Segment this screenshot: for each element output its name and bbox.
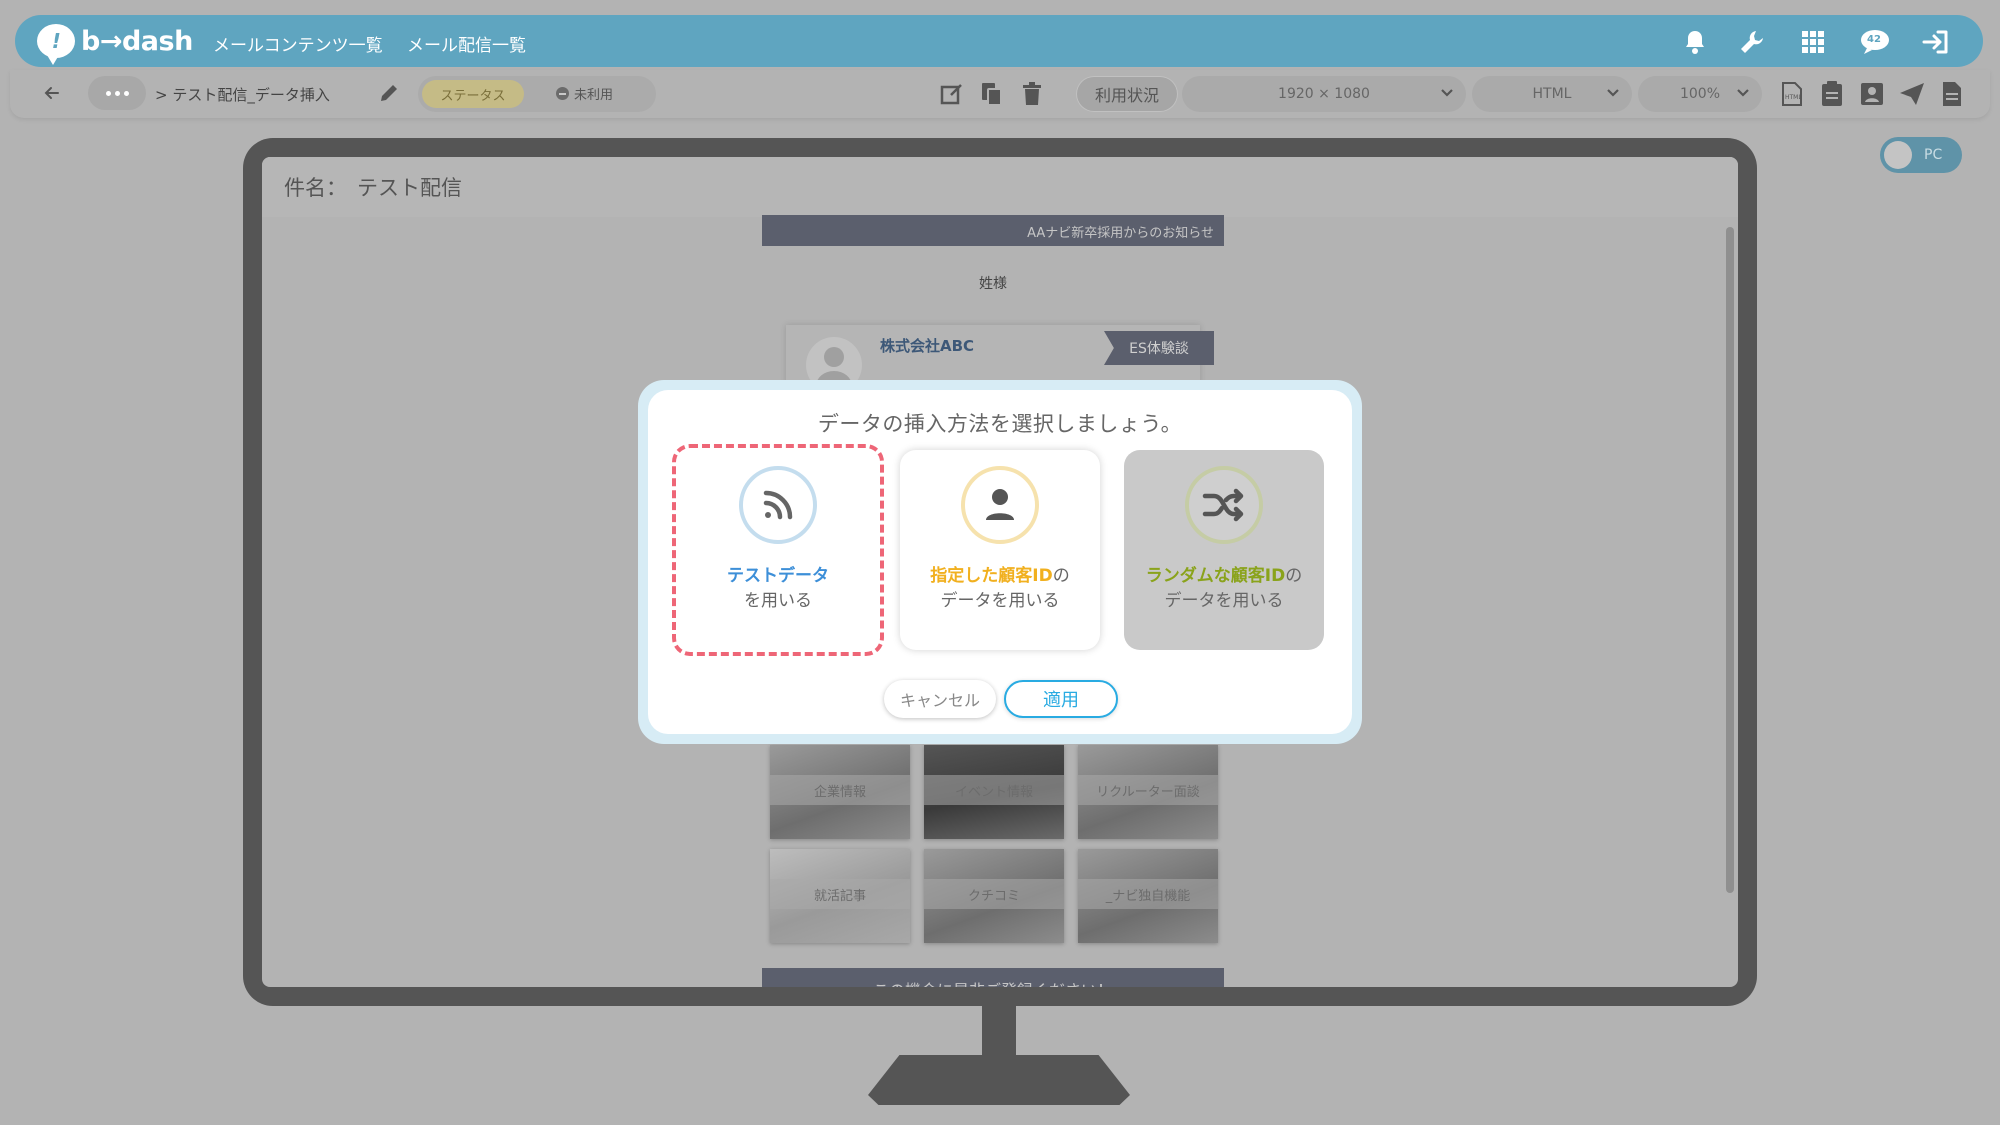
nav-mail-deliveries[interactable]: メール配信一覧 xyxy=(407,31,526,56)
option-label: ランダムな顧客IDの データを用いる xyxy=(1124,564,1324,614)
app-logo[interactable]: ! b→dash xyxy=(37,21,193,65)
tile-label: イベント情報 xyxy=(924,775,1064,805)
resolution-value: 1920 × 1080 xyxy=(1278,86,1370,102)
option-random-customer[interactable]: ランダムな顧客IDの データを用いる xyxy=(1124,450,1324,650)
format-select[interactable]: HTML xyxy=(1472,76,1632,112)
option-label-line2: データを用いる xyxy=(1164,591,1284,611)
resolution-select[interactable]: 1920 × 1080 xyxy=(1182,76,1466,112)
insert-method-dialog: データの挿入方法を選択しましょう。 テストデータ を用いる 指定した顧客IDの … xyxy=(648,390,1352,734)
minus-circle-icon xyxy=(556,87,569,100)
tile-events[interactable]: イベント情報 xyxy=(924,745,1064,839)
cancel-button[interactable]: キャンセル xyxy=(884,680,996,718)
status-group: ステータス 未利用 xyxy=(418,76,656,112)
chat-badge: 42 xyxy=(1867,34,1881,45)
tile-label: リクルーター面談 xyxy=(1078,775,1218,805)
more-menu-button[interactable] xyxy=(88,76,146,110)
rss-icon xyxy=(739,466,817,544)
option-specified-customer[interactable]: 指定した顧客IDの データを用いる xyxy=(900,450,1100,650)
editor-toolbar: > テスト配信_データ挿入 ステータス 未利用 利用状況 1920 × 1080… xyxy=(10,70,1990,118)
tile-recruiter[interactable]: リクルーター面談 xyxy=(1078,745,1218,839)
option-label-suffix: の xyxy=(1052,566,1070,586)
subject-line: 件名： テスト配信 xyxy=(262,157,1738,217)
device-toggle-label: PC xyxy=(1924,147,1943,163)
send-icon[interactable] xyxy=(1898,80,1926,108)
monitor-neck xyxy=(982,1005,1016,1057)
article-tag: ES体験談 xyxy=(1104,331,1214,365)
toggle-knob xyxy=(1884,141,1912,169)
apply-button[interactable]: 適用 xyxy=(1004,680,1118,718)
status-value-text: 未利用 xyxy=(574,88,614,103)
dialog-title: データの挿入方法を選択しましょう。 xyxy=(817,412,1183,436)
usage-status-button[interactable]: 利用状況 xyxy=(1076,76,1178,112)
tile-navi-features[interactable]: _ナビ独自機能 xyxy=(1078,849,1218,943)
tile-label: 就活記事 xyxy=(770,879,910,909)
option-label-line2: を用いる xyxy=(744,591,812,611)
contact-card-icon[interactable] xyxy=(1858,80,1886,108)
status-badge: 未利用 xyxy=(556,84,613,103)
zoom-value: 100% xyxy=(1679,86,1721,102)
back-arrow-icon[interactable] xyxy=(40,81,64,105)
clipboard-icon[interactable] xyxy=(1818,80,1846,108)
option-label-suffix: の xyxy=(1285,566,1303,586)
status-button[interactable]: ステータス xyxy=(422,80,524,108)
shuffle-icon xyxy=(1185,466,1263,544)
app-header: ! b→dash メールコンテンツ一覧 メール配信一覧 42 xyxy=(15,15,1983,67)
monitor-stand xyxy=(868,1055,1130,1105)
tile-company-info[interactable]: 企業情報 xyxy=(770,745,910,839)
option-label: 指定した顧客IDの データを用いる xyxy=(900,564,1100,614)
html-file-icon[interactable]: HTML xyxy=(1778,80,1806,108)
subject-label: 件名： xyxy=(284,176,347,200)
logout-icon[interactable] xyxy=(1919,27,1953,57)
option-label-highlight: テストデータ xyxy=(727,566,829,586)
wrench-icon[interactable] xyxy=(1737,27,1767,57)
html-badge: HTML xyxy=(1785,94,1802,101)
document-icon[interactable] xyxy=(1938,80,1966,108)
logo-bubble-icon: ! xyxy=(37,24,75,65)
email-greeting: 姓様 xyxy=(979,276,1007,292)
zoom-select[interactable]: 100% xyxy=(1638,76,1762,112)
email-header: AAナビ新卒採用からのお知らせ xyxy=(762,215,1224,246)
scroll-thumb[interactable] xyxy=(1726,227,1734,893)
device-toggle[interactable]: PC xyxy=(1880,137,1962,173)
option-label-highlight: 指定した顧客ID xyxy=(930,566,1053,586)
tile-label: クチコミ xyxy=(924,879,1064,909)
email-footer: この機会に是非ご登録ください！ xyxy=(762,968,1224,987)
tile-articles[interactable]: 就活記事 xyxy=(770,849,910,943)
copy-icon[interactable] xyxy=(978,80,1006,108)
chat-icon[interactable]: 42 xyxy=(1858,27,1892,57)
pencil-icon[interactable] xyxy=(378,82,402,106)
option-label: テストデータ を用いる xyxy=(678,564,878,614)
breadcrumb: > テスト配信_データ挿入 xyxy=(155,86,330,104)
bell-icon[interactable] xyxy=(1680,27,1710,57)
tile-reviews[interactable]: クチコミ xyxy=(924,849,1064,943)
trash-icon[interactable] xyxy=(1018,80,1046,108)
format-value: HTML xyxy=(1532,86,1572,102)
subject-value: テスト配信 xyxy=(357,176,462,200)
company-card: 株式会社ABC ES体験談 xyxy=(786,325,1214,393)
option-label-highlight: ランダムな顧客ID xyxy=(1145,566,1286,586)
nav-mail-contents[interactable]: メールコンテンツ一覧 xyxy=(213,31,383,56)
apps-grid-icon[interactable] xyxy=(1798,27,1828,57)
logo-text: b→dash xyxy=(81,25,193,57)
preview-scrollbar[interactable] xyxy=(1726,217,1734,983)
tile-label: _ナビ独自機能 xyxy=(1078,879,1218,909)
company-name: 株式会社ABC xyxy=(880,337,975,355)
tile-label: 企業情報 xyxy=(770,775,910,805)
user-icon xyxy=(961,466,1039,544)
option-test-data[interactable]: テストデータ を用いる xyxy=(678,450,878,650)
option-label-line2: データを用いる xyxy=(940,591,1060,611)
edit-square-icon[interactable] xyxy=(938,80,966,108)
